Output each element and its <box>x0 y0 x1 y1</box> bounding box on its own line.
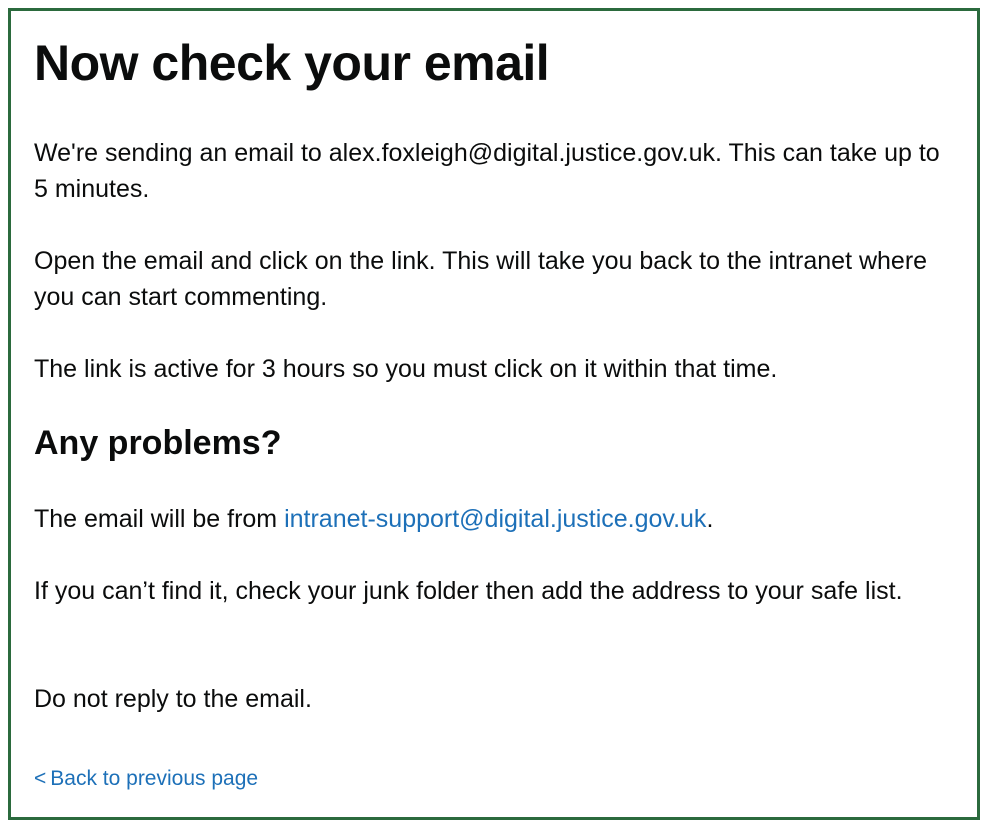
sending-notice: We're sending an email to alex.foxleigh@… <box>34 135 954 207</box>
recipient-email: alex.foxleigh@digital.justice.gov.uk <box>328 139 715 167</box>
chevron-left-icon: < <box>34 767 47 790</box>
back-link[interactable]: < Back to previous page <box>34 765 258 793</box>
back-link-label: Back to previous page <box>50 767 259 790</box>
no-reply-text: Do not reply to the email. <box>34 685 312 713</box>
problems-heading: Any problems? <box>34 424 282 462</box>
instructions-text: Open the email and click on the link. Th… <box>34 247 928 311</box>
sender-notice: The email will be from intranet-support@… <box>34 501 954 537</box>
sender-notice-suffix: . <box>706 505 714 533</box>
confirmation-panel: Now check your email We're sending an em… <box>8 8 980 820</box>
sending-notice-prefix: We're sending an email to <box>34 139 329 167</box>
page-title: Now check your email <box>34 35 550 91</box>
support-email-link[interactable]: intranet-support@digital.justice.gov.uk <box>284 505 706 533</box>
expiry-text: The link is active for 3 hours so you mu… <box>34 355 778 383</box>
sender-notice-prefix: The email will be from <box>34 505 285 533</box>
junk-folder-text: If you can’t find it, check your junk fo… <box>34 577 903 605</box>
